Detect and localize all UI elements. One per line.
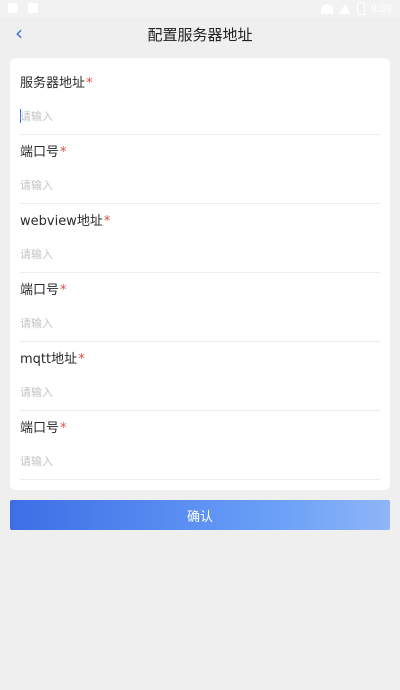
- required-mark: *: [60, 283, 67, 298]
- required-mark: *: [103, 214, 111, 229]
- page-title: 配置服务器地址: [147, 26, 253, 44]
- field-webview-address: webview地址*: [20, 214, 380, 274]
- field-label-text: 端口号: [20, 145, 60, 160]
- field-label: mqtt地址*: [20, 352, 85, 368]
- nav-bar: ‹ 配置服务器地址: [0, 18, 400, 50]
- field-divider: [20, 203, 380, 204]
- field-label-text: mqtt地址: [20, 352, 78, 367]
- field-divider: [20, 341, 380, 342]
- required-mark: *: [86, 76, 93, 91]
- notification-icon: [8, 3, 18, 13]
- field-label-text: 端口号: [20, 283, 60, 298]
- field-label: 服务器地址*: [20, 76, 93, 92]
- status-right: 9:39: [320, 2, 392, 15]
- field-divider: [20, 479, 380, 480]
- status-left: [8, 3, 38, 13]
- field-mqtt-port: 端口号*: [20, 421, 380, 481]
- webview-port-input[interactable]: [20, 313, 380, 333]
- required-mark: *: [78, 352, 85, 367]
- field-label: 端口号*: [20, 421, 67, 437]
- field-divider: [20, 410, 380, 411]
- field-divider: [20, 272, 380, 273]
- signal-icon: [338, 3, 351, 14]
- status-bar: 9:39: [0, 0, 400, 18]
- required-mark: *: [60, 145, 67, 160]
- confirm-button[interactable]: 确认: [10, 500, 390, 530]
- mqtt-address-input[interactable]: [20, 382, 380, 402]
- field-server-port: 端口号*: [20, 145, 380, 205]
- mqtt-port-input[interactable]: [20, 451, 380, 471]
- field-label-text: 服务器地址: [20, 76, 86, 91]
- server-port-input[interactable]: [20, 175, 380, 195]
- wifi-icon: [320, 3, 333, 14]
- field-webview-port: 端口号*: [20, 283, 380, 343]
- field-label: 端口号*: [20, 283, 67, 299]
- required-mark: *: [60, 421, 67, 436]
- sim-icon: [28, 3, 38, 13]
- field-server-address: 服务器地址*: [20, 76, 380, 136]
- battery-icon: [356, 2, 365, 15]
- field-label: 端口号*: [20, 145, 67, 161]
- field-label-text: 端口号: [20, 421, 60, 436]
- status-time: 9:39: [370, 2, 392, 15]
- field-mqtt-address: mqtt地址*: [20, 352, 380, 412]
- webview-address-input[interactable]: [20, 244, 380, 264]
- server-address-input[interactable]: [20, 106, 380, 126]
- form-card: 服务器地址* 端口号* webview地址* 端口号* mqtt地址*: [10, 58, 390, 490]
- field-divider: [20, 134, 380, 135]
- field-label-text: webview地址: [20, 214, 103, 229]
- field-label: webview地址*: [20, 214, 110, 230]
